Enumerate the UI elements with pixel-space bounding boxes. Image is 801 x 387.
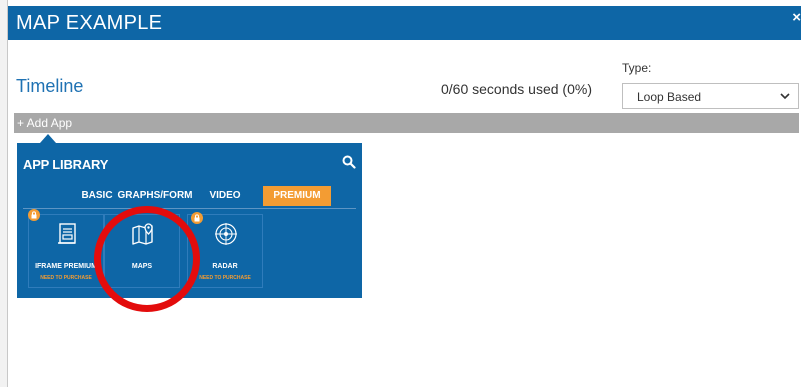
seconds-used-text: 0/60 seconds used (0%) xyxy=(441,81,592,97)
app-name-radar: RADAR xyxy=(212,263,238,270)
add-app-button[interactable]: + Add App xyxy=(17,116,72,130)
type-label: Type: xyxy=(622,61,652,75)
type-select-value: Loop Based xyxy=(637,90,702,104)
tabs-divider xyxy=(23,208,356,209)
add-app-bar[interactable]: + Add App xyxy=(14,113,799,133)
iframe-icon xyxy=(58,223,76,244)
app-library-title: APP LIBRARY xyxy=(23,157,109,172)
chevron-down-icon xyxy=(780,93,790,100)
tab-premium[interactable]: PREMIUM xyxy=(263,186,331,206)
app-library-panel: APP LIBRARY BASIC GRAPHS/FORM VIDEO PREM… xyxy=(17,143,362,298)
tab-graphs-form[interactable]: GRAPHS/FORM xyxy=(115,186,195,206)
timeline-title: Timeline xyxy=(16,76,84,96)
app-note-radar: NEED TO PURCHASE xyxy=(199,275,251,281)
app-card-radar[interactable]: RADAR NEED TO PURCHASE xyxy=(187,214,263,288)
library-tabs: BASIC GRAPHS/FORM VIDEO PREMIUM xyxy=(17,186,362,208)
modal-header: MAP EXAMPLE × xyxy=(8,6,801,40)
map-icon xyxy=(132,223,153,245)
left-edge xyxy=(0,0,8,387)
modal-title: MAP EXAMPLE xyxy=(16,12,163,34)
close-icon[interactable]: × xyxy=(792,9,801,26)
app-card-maps[interactable]: MAPS xyxy=(104,214,180,288)
popover-caret xyxy=(40,134,56,143)
app-note-iframe-premium: NEED TO PURCHASE xyxy=(40,275,92,281)
tab-video[interactable]: VIDEO xyxy=(203,186,247,206)
app-name-maps: MAPS xyxy=(131,263,153,270)
lock-icon xyxy=(28,209,40,221)
app-name-iframe-premium: IFRAME PREMIUM xyxy=(35,263,97,270)
lock-icon xyxy=(191,212,203,224)
search-icon[interactable] xyxy=(342,155,356,169)
radar-icon xyxy=(215,223,237,245)
tab-basic[interactable]: BASIC xyxy=(75,186,119,206)
app-card-iframe-premium[interactable]: IFRAME PREMIUM NEED TO PURCHASE xyxy=(28,214,104,288)
type-select[interactable]: Loop Based xyxy=(622,83,799,109)
